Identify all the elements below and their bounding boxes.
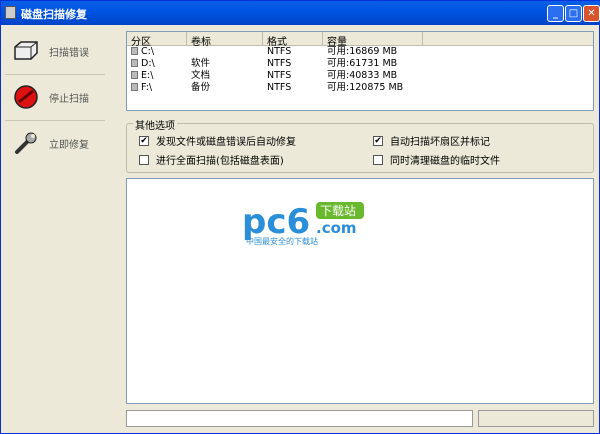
window-title: 磁盘扫描修复 [21,8,87,21]
partition-text: D:\ [141,58,155,69]
capacity-cell: 可用:40833 MB [327,70,398,81]
label-cell: 备份 [191,82,211,93]
column-partition[interactable]: 分区 [127,32,187,48]
partition-text: F:\ [141,82,153,93]
repair-now-button[interactable]: 立即修复 [5,121,105,167]
option-checkbox[interactable]: ✔ 自动扫描坏扇区并标记 [373,133,490,148]
option-label: 同时清理磁盘的临时文件 [390,156,500,167]
column-label[interactable]: 卷标 [187,32,263,48]
svg-text:下载站: 下载站 [320,204,356,218]
option-checkbox[interactable]: 进行全面扫描(包括磁盘表面) [139,152,284,167]
svg-text:.com: .com [316,219,357,237]
status-progress [478,410,594,427]
drive-icon [131,47,138,55]
option-label: 进行全面扫描(包括磁盘表面) [156,156,284,167]
stop-icon [14,85,38,109]
drive-row[interactable]: E:\ 文档 NTFS 可用:40833 MB [127,70,593,82]
option-checkbox[interactable]: 同时清理磁盘的临时文件 [373,152,500,167]
checkbox[interactable] [139,154,149,165]
format-cell: NTFS [267,46,292,57]
drive-list-header: 分区 卷标 格式 容量 [127,32,593,48]
format-cell: NTFS [267,82,292,93]
scan-errors-button[interactable]: 扫描错误 [5,29,105,75]
column-capacity[interactable]: 容量 [323,32,423,48]
format-cell: NTFS [267,58,292,69]
drive-row[interactable]: D:\ 软件 NTFS 可用:61731 MB [127,58,593,70]
capacity-cell: 可用:16869 MB [327,46,398,57]
sidebar: 扫描错误 停止扫描 立即修复 [5,29,105,167]
checkbox[interactable] [373,154,383,165]
format-cell: NTFS [267,70,292,81]
capacity-cell: 可用:61731 MB [327,58,398,69]
drive-icon [131,59,138,67]
drive-list[interactable]: 分区 卷标 格式 容量 C:\ NTFS 可用:16869 MB D:\ 软件 NTFS 可… [126,31,594,111]
partition-text: C:\ [141,46,155,57]
label-cell [187,46,263,58]
option-label: 发现文件或磁盘错误后自动修复 [156,137,296,148]
partition-cell: E:\ [127,70,187,82]
hard-disk-icon [14,41,38,60]
option-label: 自动扫描坏扇区并标记 [390,137,490,148]
minimize-button[interactable]: _ [547,5,564,22]
partition-cell: D:\ [127,58,187,70]
drive-row[interactable]: F:\ 备份 NTFS 可用:120875 MB [127,82,593,94]
column-format[interactable]: 格式 [263,32,323,48]
drive-icon [131,71,138,79]
svg-text:pc6: pc6 [242,202,310,242]
label-cell: 软件 [191,58,211,69]
wrench-icon [15,132,37,154]
checkbox[interactable]: ✔ [139,135,149,146]
partition-text: E:\ [141,70,154,81]
app-icon [5,6,16,19]
checkbox[interactable]: ✔ [373,135,383,146]
status-field [126,410,473,427]
stop-scan-button[interactable]: 停止扫描 [5,75,105,121]
maximize-button[interactable]: □ [565,5,582,22]
app-window: 磁盘扫描修复 _ □ ✕ 扫描错误 停止扫描 立即修复 分区 卷标 格式 容量 … [0,0,600,434]
log-area[interactable]: pc6 下载站 .com 中国最安全的下载站 [126,178,594,404]
other-options-group: 其他选项 ✔ 发现文件或磁盘错误后自动修复 进行全面扫描(包括磁盘表面) ✔ 自动扫描坏… [126,117,594,173]
pc6-watermark-logo: pc6 下载站 .com 中国最安全的下载站 [242,202,364,246]
partition-cell: F:\ [127,82,187,94]
drive-row[interactable]: C:\ NTFS 可用:16869 MB [127,46,593,58]
options-legend: 其他选项 [133,117,177,132]
title-bar: 磁盘扫描修复 _ □ ✕ [1,1,600,25]
svg-text:中国最安全的下载站: 中国最安全的下载站 [246,236,318,246]
drive-icon [131,83,138,91]
label-cell: 文档 [191,70,211,81]
option-checkbox[interactable]: ✔ 发现文件或磁盘错误后自动修复 [139,133,296,148]
partition-cell: C:\ [127,46,187,58]
close-button[interactable]: ✕ [583,5,600,22]
capacity-cell: 可用:120875 MB [327,82,404,93]
